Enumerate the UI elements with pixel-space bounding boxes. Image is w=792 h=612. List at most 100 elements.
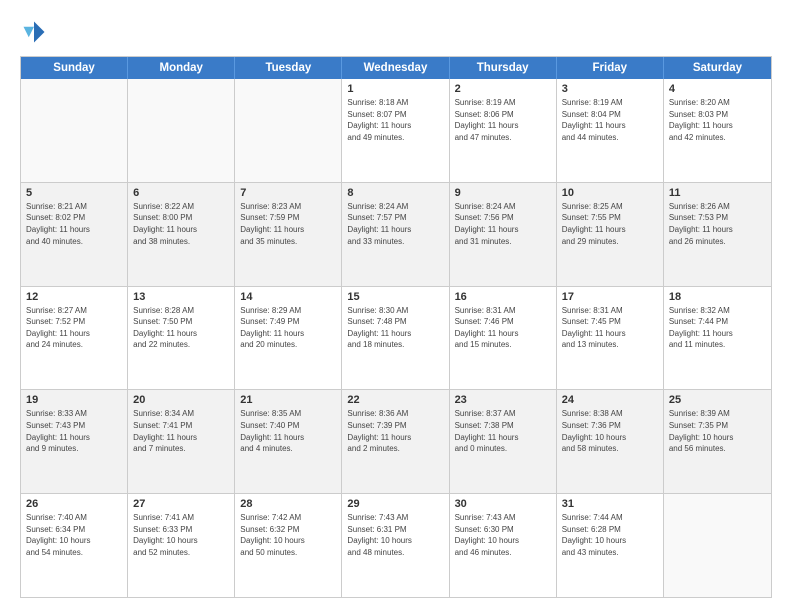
day-info: Sunrise: 7:44 AM Sunset: 6:28 PM Dayligh… bbox=[562, 512, 658, 558]
calendar-cell: 3 Sunrise: 8:19 AM Sunset: 8:04 PM Daylig… bbox=[557, 79, 664, 182]
calendar-cell: 12 Sunrise: 8:27 AM Sunset: 7:52 PM Dayli… bbox=[21, 287, 128, 390]
day-number: 10 bbox=[562, 187, 658, 199]
day-number: 8 bbox=[347, 187, 443, 199]
day-number: 1 bbox=[347, 83, 443, 95]
calendar: SundayMondayTuesdayWednesdayThursdayFrid… bbox=[20, 56, 772, 598]
calendar-row: 26 Sunrise: 7:40 AM Sunset: 6:34 PM Dayli… bbox=[21, 493, 771, 597]
day-info: Sunrise: 8:19 AM Sunset: 8:06 PM Dayligh… bbox=[455, 97, 551, 143]
calendar-cell: 28 Sunrise: 7:42 AM Sunset: 6:32 PM Dayli… bbox=[235, 494, 342, 597]
logo bbox=[20, 18, 52, 46]
day-number: 26 bbox=[26, 498, 122, 510]
calendar-cell bbox=[21, 79, 128, 182]
day-info: Sunrise: 8:18 AM Sunset: 8:07 PM Dayligh… bbox=[347, 97, 443, 143]
day-number: 23 bbox=[455, 394, 551, 406]
calendar-row: 19Sunrise: 8:33 AM Sunset: 7:43 PM Dayli… bbox=[21, 389, 771, 493]
calendar-cell: 7 Sunrise: 8:23 AM Sunset: 7:59 PM Daylig… bbox=[235, 183, 342, 286]
calendar-cell: 10 Sunrise: 8:25 AM Sunset: 7:55 PM Dayli… bbox=[557, 183, 664, 286]
calendar-row: 1 Sunrise: 8:18 AM Sunset: 8:07 PM Daylig… bbox=[21, 79, 771, 182]
day-number: 30 bbox=[455, 498, 551, 510]
day-number: 15 bbox=[347, 291, 443, 303]
calendar-header-cell: Monday bbox=[128, 57, 235, 79]
calendar-body: 1 Sunrise: 8:18 AM Sunset: 8:07 PM Daylig… bbox=[21, 79, 771, 597]
calendar-header-cell: Tuesday bbox=[235, 57, 342, 79]
calendar-cell: 30 Sunrise: 7:43 AM Sunset: 6:30 PM Dayli… bbox=[450, 494, 557, 597]
day-info: Sunrise: 8:21 AM Sunset: 8:02 PM Dayligh… bbox=[26, 201, 122, 247]
day-info: Sunrise: 8:36 AM Sunset: 7:39 PM Dayligh… bbox=[347, 408, 443, 454]
day-number: 16 bbox=[455, 291, 551, 303]
calendar-cell: 4Sunrise: 8:20 AM Sunset: 8:03 PM Daylig… bbox=[664, 79, 771, 182]
day-number: 13 bbox=[133, 291, 229, 303]
day-info: Sunrise: 8:25 AM Sunset: 7:55 PM Dayligh… bbox=[562, 201, 658, 247]
calendar-cell: 24Sunrise: 8:38 AM Sunset: 7:36 PM Dayli… bbox=[557, 390, 664, 493]
day-info: Sunrise: 8:19 AM Sunset: 8:04 PM Dayligh… bbox=[562, 97, 658, 143]
calendar-header-cell: Saturday bbox=[664, 57, 771, 79]
day-number: 2 bbox=[455, 83, 551, 95]
day-info: Sunrise: 8:24 AM Sunset: 7:56 PM Dayligh… bbox=[455, 201, 551, 247]
calendar-header-cell: Friday bbox=[557, 57, 664, 79]
day-number: 17 bbox=[562, 291, 658, 303]
page: SundayMondayTuesdayWednesdayThursdayFrid… bbox=[0, 0, 792, 612]
calendar-cell: 5 Sunrise: 8:21 AM Sunset: 8:02 PM Daylig… bbox=[21, 183, 128, 286]
day-info: Sunrise: 8:37 AM Sunset: 7:38 PM Dayligh… bbox=[455, 408, 551, 454]
calendar-cell: 6 Sunrise: 8:22 AM Sunset: 8:00 PM Daylig… bbox=[128, 183, 235, 286]
day-number: 7 bbox=[240, 187, 336, 199]
day-number: 28 bbox=[240, 498, 336, 510]
calendar-cell: 25Sunrise: 8:39 AM Sunset: 7:35 PM Dayli… bbox=[664, 390, 771, 493]
day-number: 29 bbox=[347, 498, 443, 510]
calendar-row: 5 Sunrise: 8:21 AM Sunset: 8:02 PM Daylig… bbox=[21, 182, 771, 286]
logo-icon bbox=[20, 18, 48, 46]
calendar-row: 12 Sunrise: 8:27 AM Sunset: 7:52 PM Dayli… bbox=[21, 286, 771, 390]
day-number: 25 bbox=[669, 394, 766, 406]
calendar-cell: 2 Sunrise: 8:19 AM Sunset: 8:06 PM Daylig… bbox=[450, 79, 557, 182]
header bbox=[20, 18, 772, 46]
calendar-header-cell: Wednesday bbox=[342, 57, 449, 79]
day-info: Sunrise: 8:26 AM Sunset: 7:53 PM Dayligh… bbox=[669, 201, 766, 247]
day-info: Sunrise: 7:42 AM Sunset: 6:32 PM Dayligh… bbox=[240, 512, 336, 558]
calendar-cell: 11 Sunrise: 8:26 AM Sunset: 7:53 PM Dayli… bbox=[664, 183, 771, 286]
day-number: 11 bbox=[669, 187, 766, 199]
day-number: 31 bbox=[562, 498, 658, 510]
calendar-cell bbox=[664, 494, 771, 597]
day-number: 21 bbox=[240, 394, 336, 406]
calendar-cell: 29 Sunrise: 7:43 AM Sunset: 6:31 PM Dayli… bbox=[342, 494, 449, 597]
calendar-cell: 22 Sunrise: 8:36 AM Sunset: 7:39 PM Dayli… bbox=[342, 390, 449, 493]
day-number: 9 bbox=[455, 187, 551, 199]
day-info: Sunrise: 8:24 AM Sunset: 7:57 PM Dayligh… bbox=[347, 201, 443, 247]
day-number: 6 bbox=[133, 187, 229, 199]
day-number: 14 bbox=[240, 291, 336, 303]
day-info: Sunrise: 8:35 AM Sunset: 7:40 PM Dayligh… bbox=[240, 408, 336, 454]
calendar-cell: 26 Sunrise: 7:40 AM Sunset: 6:34 PM Dayli… bbox=[21, 494, 128, 597]
calendar-header-cell: Sunday bbox=[21, 57, 128, 79]
day-info: Sunrise: 8:31 AM Sunset: 7:46 PM Dayligh… bbox=[455, 305, 551, 351]
day-number: 27 bbox=[133, 498, 229, 510]
calendar-cell: 19Sunrise: 8:33 AM Sunset: 7:43 PM Dayli… bbox=[21, 390, 128, 493]
day-info: Sunrise: 8:28 AM Sunset: 7:50 PM Dayligh… bbox=[133, 305, 229, 351]
day-info: Sunrise: 8:32 AM Sunset: 7:44 PM Dayligh… bbox=[669, 305, 766, 351]
calendar-cell: 23 Sunrise: 8:37 AM Sunset: 7:38 PM Dayli… bbox=[450, 390, 557, 493]
day-number: 5 bbox=[26, 187, 122, 199]
day-number: 24 bbox=[562, 394, 658, 406]
day-info: Sunrise: 8:22 AM Sunset: 8:00 PM Dayligh… bbox=[133, 201, 229, 247]
calendar-cell: 18 Sunrise: 8:32 AM Sunset: 7:44 PM Dayli… bbox=[664, 287, 771, 390]
calendar-cell: 9 Sunrise: 8:24 AM Sunset: 7:56 PM Daylig… bbox=[450, 183, 557, 286]
day-number: 20 bbox=[133, 394, 229, 406]
day-info: Sunrise: 7:40 AM Sunset: 6:34 PM Dayligh… bbox=[26, 512, 122, 558]
calendar-cell: 1 Sunrise: 8:18 AM Sunset: 8:07 PM Daylig… bbox=[342, 79, 449, 182]
calendar-cell: 31 Sunrise: 7:44 AM Sunset: 6:28 PM Dayli… bbox=[557, 494, 664, 597]
calendar-cell: 16 Sunrise: 8:31 AM Sunset: 7:46 PM Dayli… bbox=[450, 287, 557, 390]
day-info: Sunrise: 8:33 AM Sunset: 7:43 PM Dayligh… bbox=[26, 408, 122, 454]
calendar-cell: 27Sunrise: 7:41 AM Sunset: 6:33 PM Dayli… bbox=[128, 494, 235, 597]
day-info: Sunrise: 7:43 AM Sunset: 6:31 PM Dayligh… bbox=[347, 512, 443, 558]
day-number: 22 bbox=[347, 394, 443, 406]
calendar-cell: 20Sunrise: 8:34 AM Sunset: 7:41 PM Dayli… bbox=[128, 390, 235, 493]
day-number: 18 bbox=[669, 291, 766, 303]
day-info: Sunrise: 8:31 AM Sunset: 7:45 PM Dayligh… bbox=[562, 305, 658, 351]
calendar-cell: 15Sunrise: 8:30 AM Sunset: 7:48 PM Dayli… bbox=[342, 287, 449, 390]
day-number: 4 bbox=[669, 83, 766, 95]
day-number: 3 bbox=[562, 83, 658, 95]
day-info: Sunrise: 8:27 AM Sunset: 7:52 PM Dayligh… bbox=[26, 305, 122, 351]
day-info: Sunrise: 8:23 AM Sunset: 7:59 PM Dayligh… bbox=[240, 201, 336, 247]
calendar-cell: 14Sunrise: 8:29 AM Sunset: 7:49 PM Dayli… bbox=[235, 287, 342, 390]
day-number: 12 bbox=[26, 291, 122, 303]
day-info: Sunrise: 7:43 AM Sunset: 6:30 PM Dayligh… bbox=[455, 512, 551, 558]
